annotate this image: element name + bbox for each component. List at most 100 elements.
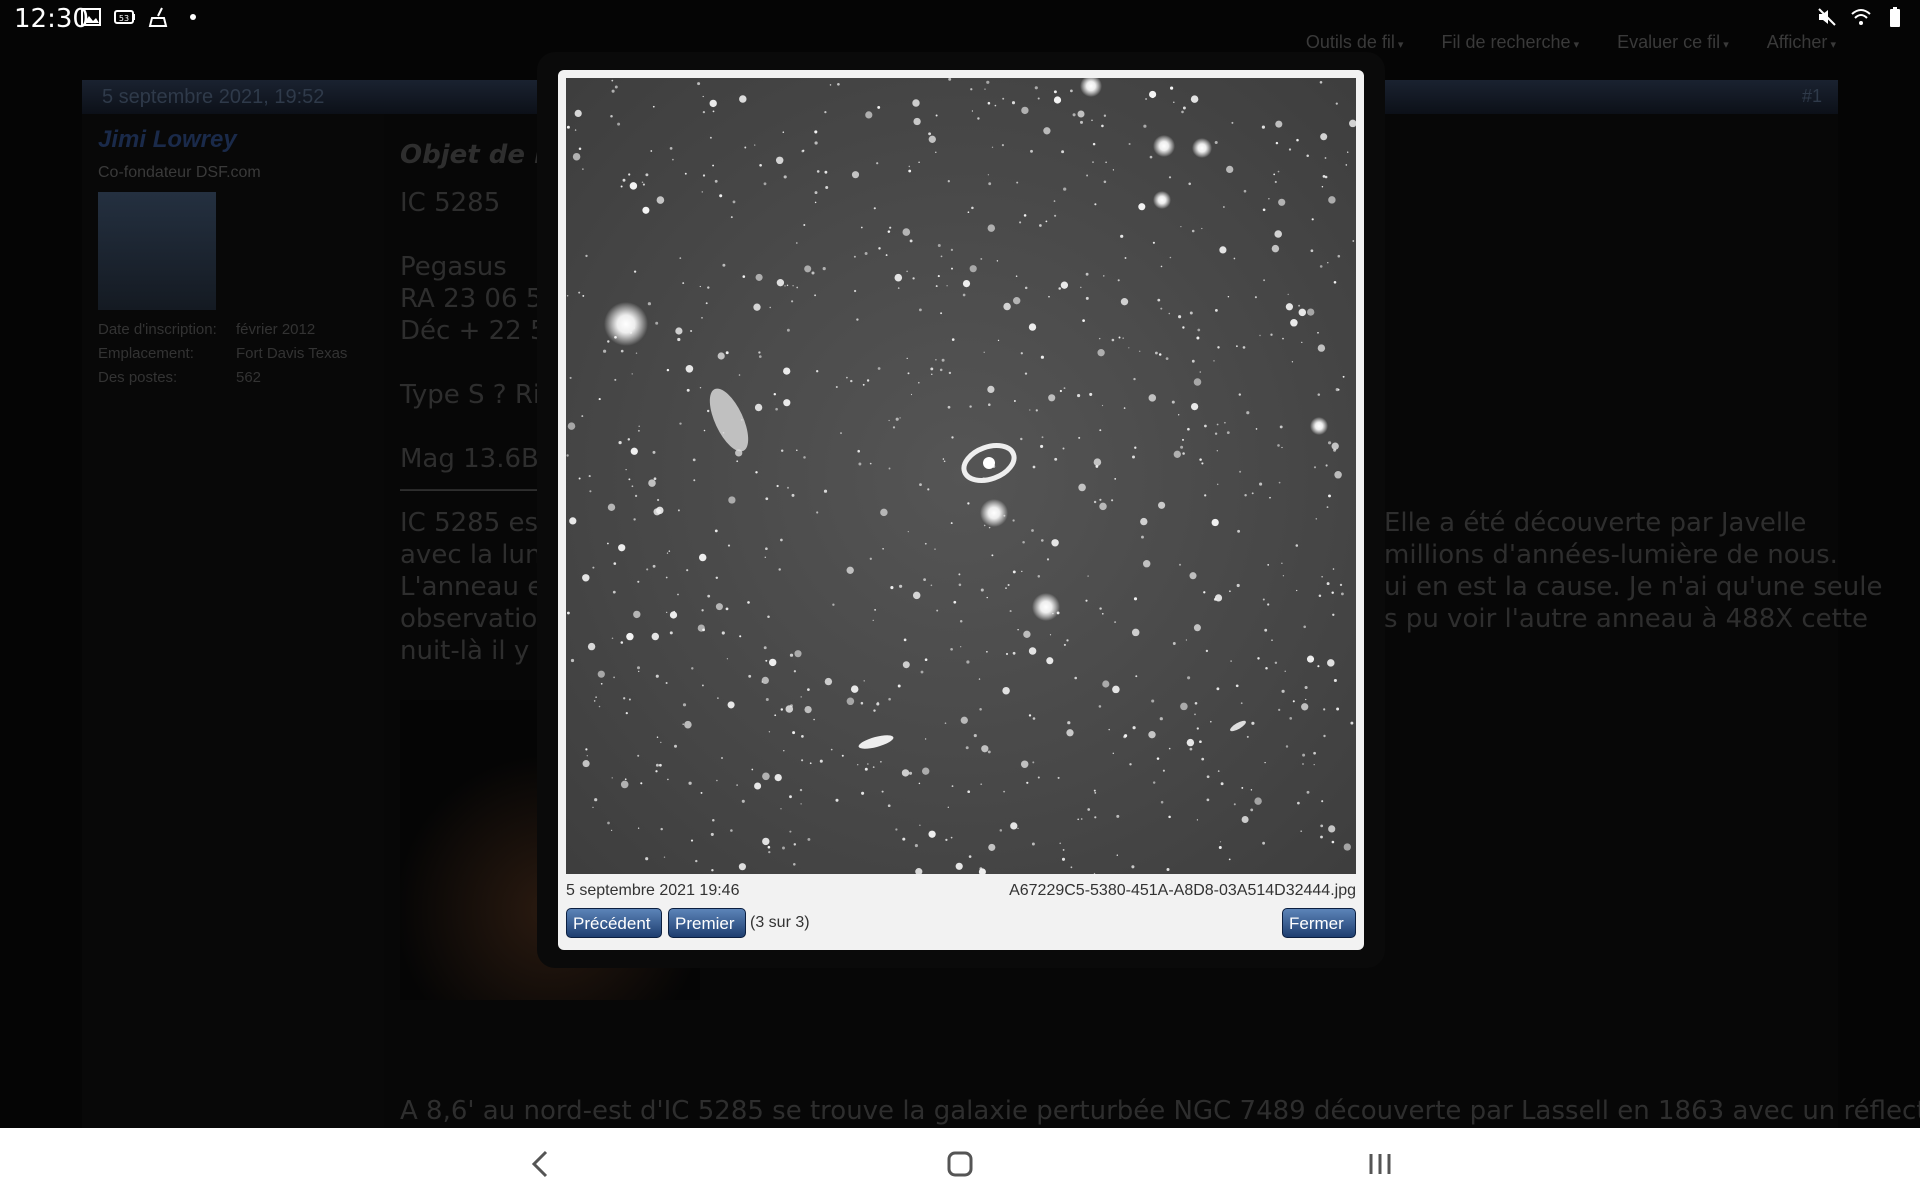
star <box>655 770 658 773</box>
star <box>567 422 576 430</box>
star <box>880 508 888 517</box>
post-text: IC 5285 <box>400 188 501 218</box>
star <box>1132 726 1136 730</box>
star <box>1331 442 1339 450</box>
star <box>1292 700 1295 703</box>
star <box>924 738 927 740</box>
star <box>1077 394 1081 398</box>
star <box>1072 113 1076 117</box>
star <box>653 508 661 516</box>
star <box>863 680 865 682</box>
back-icon[interactable] <box>520 1146 560 1182</box>
post-text: Elle a été découverte par Javelle <box>1384 508 1807 538</box>
star <box>582 294 585 297</box>
star <box>1287 293 1289 296</box>
star <box>787 486 789 489</box>
star <box>940 255 943 258</box>
star <box>987 750 991 754</box>
star <box>1328 494 1331 498</box>
star <box>895 417 899 421</box>
star <box>1169 256 1172 259</box>
star <box>783 367 791 375</box>
previous-button[interactable]: Précédent <box>566 908 662 938</box>
star <box>987 101 991 105</box>
star <box>835 798 839 802</box>
star <box>971 206 974 210</box>
star <box>1148 731 1156 739</box>
star <box>686 569 689 572</box>
star <box>951 436 954 439</box>
star <box>618 440 622 445</box>
lightbox-photo[interactable] <box>566 78 1356 874</box>
star <box>1180 445 1184 449</box>
star <box>1333 281 1337 284</box>
star <box>712 164 715 167</box>
star <box>1189 311 1193 315</box>
star <box>794 650 802 658</box>
star <box>958 573 961 576</box>
star <box>773 392 777 396</box>
star <box>1066 639 1069 642</box>
star <box>1185 639 1188 641</box>
star <box>1270 333 1273 336</box>
star <box>1278 708 1281 712</box>
star <box>967 790 971 794</box>
star <box>701 684 704 687</box>
star <box>1114 621 1117 624</box>
star <box>1120 298 1129 306</box>
lightbox: 5 septembre 2021 19:46 A67229C5-5380-451… <box>558 70 1364 950</box>
star <box>1024 286 1028 290</box>
username-link[interactable]: Jimi Lowrey <box>98 126 237 154</box>
star <box>1143 124 1147 128</box>
star <box>618 544 626 552</box>
star <box>1178 315 1182 319</box>
star <box>1062 848 1065 851</box>
star <box>1320 824 1324 828</box>
close-button[interactable]: Fermer <box>1282 908 1356 938</box>
star <box>748 674 752 678</box>
first-button[interactable]: Premier <box>668 908 746 938</box>
star <box>769 306 771 309</box>
recents-icon[interactable] <box>1360 1146 1400 1182</box>
star <box>738 863 746 871</box>
star <box>1199 740 1202 744</box>
post-number[interactable]: #1 <box>1802 86 1822 107</box>
star <box>707 594 711 598</box>
star <box>1003 302 1011 311</box>
star <box>1304 685 1308 690</box>
star <box>939 368 943 372</box>
star <box>988 526 991 529</box>
avatar[interactable] <box>98 192 216 310</box>
star <box>622 178 626 182</box>
star <box>1191 359 1195 363</box>
star <box>877 105 881 109</box>
star <box>1201 227 1203 230</box>
star <box>727 544 731 547</box>
star <box>611 79 614 82</box>
star <box>1267 603 1270 606</box>
star <box>1205 649 1209 653</box>
star <box>1302 763 1304 765</box>
star <box>873 709 876 712</box>
star <box>1277 444 1280 447</box>
star <box>1013 400 1016 402</box>
star <box>655 321 659 325</box>
posts-label: Des postes: <box>98 369 178 386</box>
star <box>1257 657 1260 660</box>
star <box>1214 308 1218 312</box>
star <box>1007 583 1010 587</box>
star <box>677 593 679 596</box>
star <box>640 782 643 785</box>
home-icon[interactable] <box>940 1146 980 1182</box>
star <box>1108 728 1110 731</box>
star <box>630 447 638 455</box>
star <box>912 591 921 600</box>
star <box>1051 539 1059 547</box>
star <box>784 285 786 287</box>
star <box>1274 230 1282 238</box>
star <box>913 117 921 126</box>
star <box>783 399 791 407</box>
star <box>1089 392 1093 396</box>
star <box>1070 866 1073 869</box>
star <box>1048 394 1056 402</box>
